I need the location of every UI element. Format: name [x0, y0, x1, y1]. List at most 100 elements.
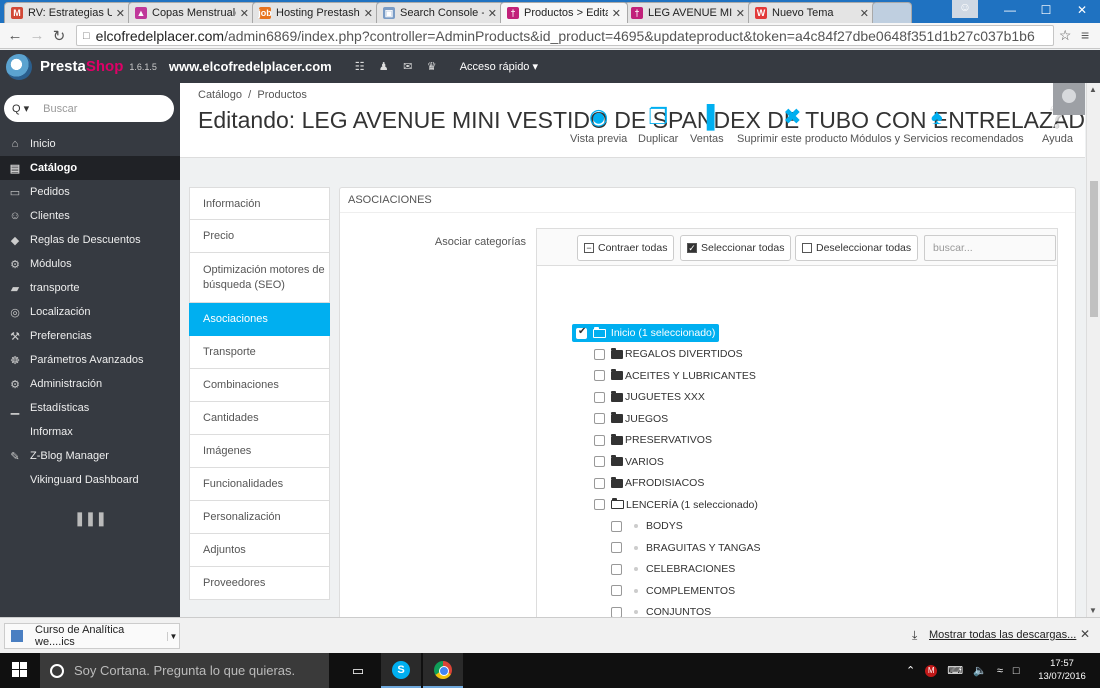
envelope-icon[interactable]: ✉: [396, 60, 420, 73]
tree-node-category[interactable]: ACEITES Y LUBRICANTES: [594, 367, 756, 385]
tree-node-category[interactable]: PRESERVATIVOS: [594, 431, 712, 449]
prestashop-logo[interactable]: [6, 53, 32, 80]
shop-url-link[interactable]: www.elcofredelplacer.com: [169, 59, 332, 74]
category-search-input[interactable]: buscar...: [924, 235, 1056, 261]
tab-precio[interactable]: Precio: [189, 220, 330, 253]
trophy-icon[interactable]: ♛: [420, 60, 444, 73]
tree-node-subcategory[interactable]: CELEBRACIONES: [611, 560, 735, 578]
tree-node-root[interactable]: Inicio (1 seleccionado): [572, 324, 720, 342]
skype-icon[interactable]: S: [381, 653, 421, 688]
toolbar-button[interactable]: ◉ Vista previa: [570, 101, 627, 145]
tab-transporte[interactable]: Transporte: [189, 336, 330, 369]
sidebar-item-estadisticas[interactable]: ▁ Estadísticas: [0, 396, 180, 420]
reload-icon[interactable]: ↻: [50, 27, 68, 45]
minimize-button[interactable]: —: [992, 0, 1028, 23]
deselect-all-button[interactable]: Deseleccionar todas: [795, 235, 919, 261]
back-arrow-icon[interactable]: ←: [6, 27, 24, 44]
tab-proveedores[interactable]: Proveedores: [189, 567, 330, 600]
checkbox[interactable]: [611, 563, 622, 575]
tree-node-category[interactable]: JUGUETES XXX: [594, 388, 705, 406]
checkbox[interactable]: [594, 456, 605, 467]
tree-node-category[interactable]: AFRODISIACOS: [594, 474, 704, 492]
browser-tab[interactable]: W Nuevo Tema ✕: [748, 2, 876, 23]
tree-node-category[interactable]: VARIOS: [594, 453, 664, 471]
checkbox-checked[interactable]: [576, 326, 587, 339]
sidebar-item-informax[interactable]: Informax: [0, 420, 180, 444]
chrome-icon[interactable]: [423, 653, 463, 688]
collapse-sidebar-icon[interactable]: ❚❚❚: [0, 510, 180, 527]
browser-tab[interactable]: M RV: Estrategias UX ✕: [4, 2, 132, 23]
browser-tab[interactable]: job Hosting Prestash ✕: [252, 2, 380, 23]
tree-node-category[interactable]: JUEGOS: [594, 410, 668, 428]
tab-close-icon[interactable]: ✕: [612, 7, 621, 20]
toolbar-button[interactable]: ✖ Suprimir este producto: [737, 101, 848, 145]
checkbox[interactable]: [594, 477, 605, 489]
sidebar-item-preferencias[interactable]: ⚒ Preferencias: [0, 324, 180, 348]
scroll-up-icon[interactable]: ▲: [1089, 85, 1097, 94]
checkbox[interactable]: [594, 413, 605, 424]
checkbox[interactable]: [594, 499, 605, 510]
sidebar-item-z-blog-manager[interactable]: ✎ Z-Blog Manager: [0, 444, 180, 468]
checkbox[interactable]: [594, 391, 605, 403]
url-input[interactable]: □ elcofredelplacer.com /admin6869/index.…: [76, 25, 1054, 46]
collapse-all-button[interactable]: − Contraer todas: [577, 235, 675, 261]
user-icon[interactable]: ♟: [372, 60, 396, 73]
sidebar-item-transporte[interactable]: ▰ transporte: [0, 276, 180, 300]
tab-close-icon[interactable]: ✕: [116, 7, 125, 20]
search-input[interactable]: Q ▾ Buscar: [4, 95, 174, 122]
breadcrumb-catalogo[interactable]: Catálogo: [198, 89, 242, 101]
sidebar-item-parametros-avanzados[interactable]: ☸ Parámetros Avanzados: [0, 348, 180, 372]
tab-close-icon[interactable]: ✕: [736, 7, 745, 20]
tree-node-subcategory[interactable]: BRAGUITAS Y TANGAS: [611, 539, 761, 557]
download-item[interactable]: Curso de Analítica we....ics ▼: [4, 623, 180, 649]
tab-combinaciones[interactable]: Combinaciones: [189, 369, 330, 402]
browser-tab[interactable]: ▣ Search Console - ✕: [376, 2, 504, 23]
close-downloads-icon[interactable]: ✕: [1080, 627, 1090, 641]
forward-arrow-icon[interactable]: →: [28, 27, 46, 44]
checkbox[interactable]: [594, 348, 605, 360]
tree-node-category[interactable]: LENCERÍA (1 seleccionado): [594, 496, 758, 514]
show-all-downloads-link[interactable]: Mostrar todas las descargas...: [929, 629, 1076, 641]
select-all-button[interactable]: ✓ Seleccionar todas: [680, 235, 792, 261]
toolbar-button[interactable]: ▐ Ventas: [690, 101, 724, 145]
tab-adjuntos[interactable]: Adjuntos: [189, 534, 330, 567]
tree-node-category[interactable]: REGALOS DIVERTIDOS: [594, 345, 743, 363]
quick-access-dropdown[interactable]: Acceso rápido ▾: [460, 60, 538, 73]
tab-close-icon[interactable]: ✕: [364, 7, 373, 20]
cortana-search-box[interactable]: Soy Cortana. Pregunta lo que quieras.: [40, 653, 329, 688]
breadcrumb-productos[interactable]: Productos: [257, 89, 307, 101]
tab-cantidades[interactable]: Cantidades: [189, 402, 330, 435]
browser-tab[interactable]: † Productos > Edita ✕: [500, 2, 628, 23]
checkbox[interactable]: [594, 370, 605, 381]
tab-imagenes[interactable]: Imágenes: [189, 435, 330, 468]
notifications-icon[interactable]: □: [1013, 665, 1020, 677]
close-window-button[interactable]: ✕: [1064, 0, 1100, 23]
scrollbar-thumb[interactable]: [1090, 181, 1098, 317]
show-hidden-icons-icon[interactable]: ⌃: [906, 664, 915, 677]
page-info-icon[interactable]: □: [83, 30, 90, 42]
task-view-icon[interactable]: ▭: [338, 653, 378, 688]
volume-icon[interactable]: 🔈: [973, 664, 987, 677]
mcafee-icon[interactable]: M: [925, 664, 938, 677]
tree-node-subcategory[interactable]: CONJUNTOS: [611, 603, 711, 618]
menu-icon[interactable]: ≡: [1081, 27, 1089, 44]
cart-icon[interactable]: ☷: [348, 60, 372, 73]
sidebar-item-pedidos[interactable]: ▭ Pedidos: [0, 180, 180, 204]
clock[interactable]: 17:57 13/07/2016: [1032, 657, 1092, 683]
tab-optimizacion-motores-de-busqueda-seo[interactable]: Optimización motores de búsqueda (SEO): [189, 253, 330, 303]
tab-close-icon[interactable]: ✕: [860, 7, 869, 20]
tab-close-icon[interactable]: ✕: [488, 7, 497, 20]
tab-informacion[interactable]: Información: [189, 187, 330, 220]
maximize-button[interactable]: ☐: [1028, 0, 1064, 23]
tab-funcionalidades[interactable]: Funcionalidades: [189, 468, 330, 501]
toolbar-button[interactable]: ❐ Duplicar: [638, 101, 678, 145]
scroll-down-icon[interactable]: ▼: [1089, 606, 1097, 615]
avatar[interactable]: [1053, 83, 1085, 115]
windows-start-icon[interactable]: [12, 662, 28, 678]
checkbox[interactable]: [611, 585, 622, 596]
sidebar-item-administracion[interactable]: ⚙ Administración: [0, 372, 180, 396]
bookmark-star-icon[interactable]: ☆: [1059, 27, 1072, 44]
toolbar-button[interactable]: ♠ Módulos y Servicios recomendados: [850, 101, 1024, 145]
sidebar-item-reglas-de-descuentos[interactable]: ◆ Reglas de Descuentos: [0, 228, 180, 252]
tab-asociaciones[interactable]: Asociaciones: [189, 303, 330, 336]
